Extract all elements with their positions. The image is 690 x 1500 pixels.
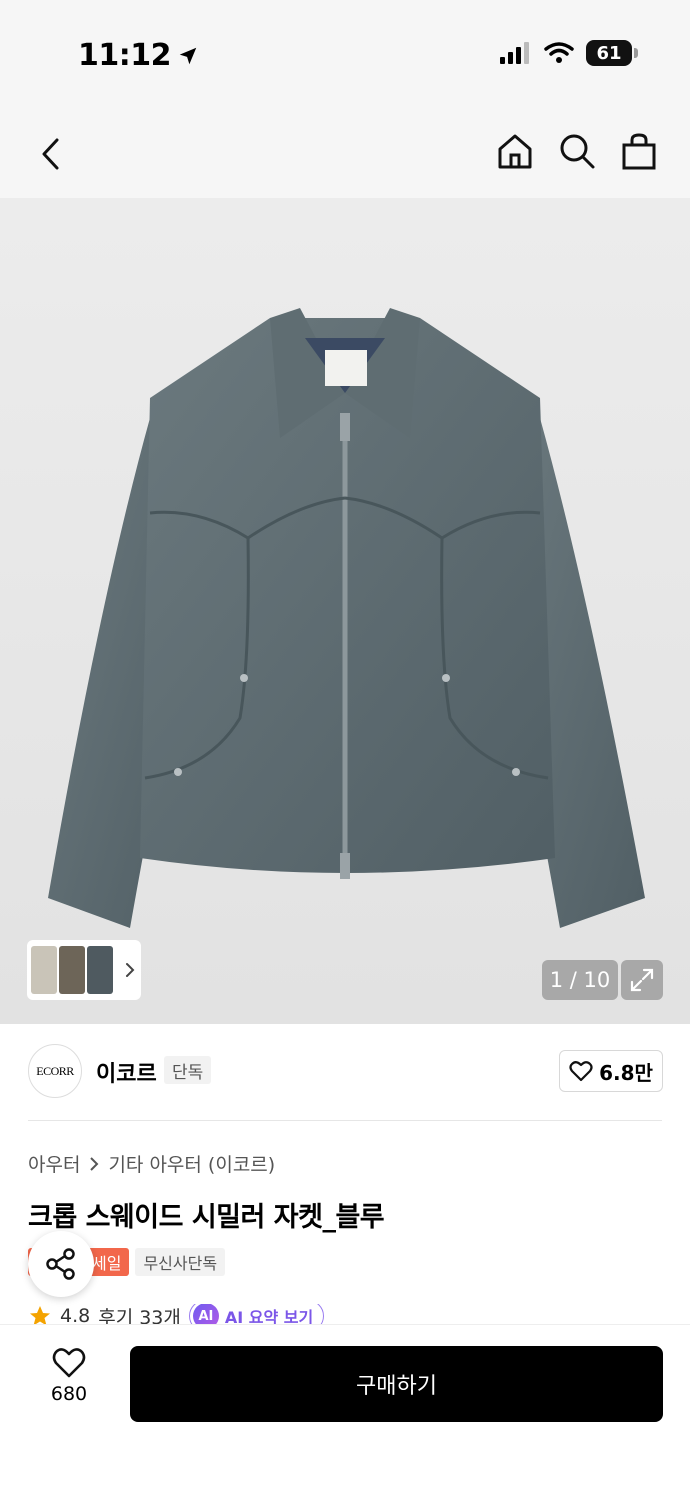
chevron-right-icon xyxy=(90,1156,99,1171)
brand-logo[interactable]: ECORR xyxy=(28,1044,82,1098)
status-bar: 11:12 61 xyxy=(0,0,690,110)
thumbnail-strip[interactable] xyxy=(27,940,141,1000)
breadcrumb: 아우터 기타 아우터 (이코르) xyxy=(28,1150,275,1177)
status-indicators: 61 xyxy=(500,40,638,66)
wishlist-button[interactable]: 680 xyxy=(28,1347,110,1423)
heart-icon xyxy=(569,1061,593,1082)
bottom-action-bar: 680 구매하기 xyxy=(0,1324,690,1500)
battery-indicator: 61 xyxy=(586,40,638,66)
signal-icon xyxy=(500,42,529,64)
wishlist-count: 680 xyxy=(50,1383,88,1405)
thumbnail-brown[interactable] xyxy=(59,946,85,994)
breadcrumb-subcategory[interactable]: 기타 아우터 (이코르) xyxy=(108,1150,275,1177)
brand-name[interactable]: 이코르 xyxy=(96,1056,157,1088)
share-icon xyxy=(46,1248,75,1280)
product-image xyxy=(48,308,645,928)
exclusive-badge: 단독 xyxy=(164,1056,212,1084)
share-button[interactable] xyxy=(28,1231,94,1297)
image-counter: 1 / 10 xyxy=(542,960,618,1000)
divider xyxy=(28,1120,662,1121)
thumbnail-beige[interactable] xyxy=(31,946,57,994)
heart-icon xyxy=(52,1348,86,1378)
buy-button[interactable]: 구매하기 xyxy=(130,1346,663,1422)
home-icon[interactable] xyxy=(494,130,536,172)
search-icon[interactable] xyxy=(556,130,598,172)
thumbnail-grey[interactable] xyxy=(87,946,113,994)
expand-icon[interactable] xyxy=(621,960,663,1000)
chevron-right-icon[interactable] xyxy=(119,959,141,981)
status-time: 11:12 xyxy=(78,38,199,73)
wifi-icon xyxy=(544,42,574,63)
shopping-bag-icon[interactable] xyxy=(618,130,660,172)
chevron-left-icon[interactable] xyxy=(30,132,70,176)
breadcrumb-category[interactable]: 아우터 xyxy=(28,1150,80,1177)
brand-like-button[interactable]: 6.8만 xyxy=(559,1050,663,1092)
brand-row: ECORR 이코르 단독 6.8만 xyxy=(0,1024,690,1120)
musinsa-exclusive-tag: 무신사단독 xyxy=(135,1248,226,1276)
top-nav xyxy=(0,110,690,198)
product-image-gallery[interactable]: 1 / 10 xyxy=(0,198,690,1024)
location-arrow-icon xyxy=(179,47,197,64)
product-title: 크롭 스웨이드 시밀러 자켓_블루 xyxy=(28,1202,385,1233)
brand-like-count: 6.8만 xyxy=(599,1060,653,1085)
